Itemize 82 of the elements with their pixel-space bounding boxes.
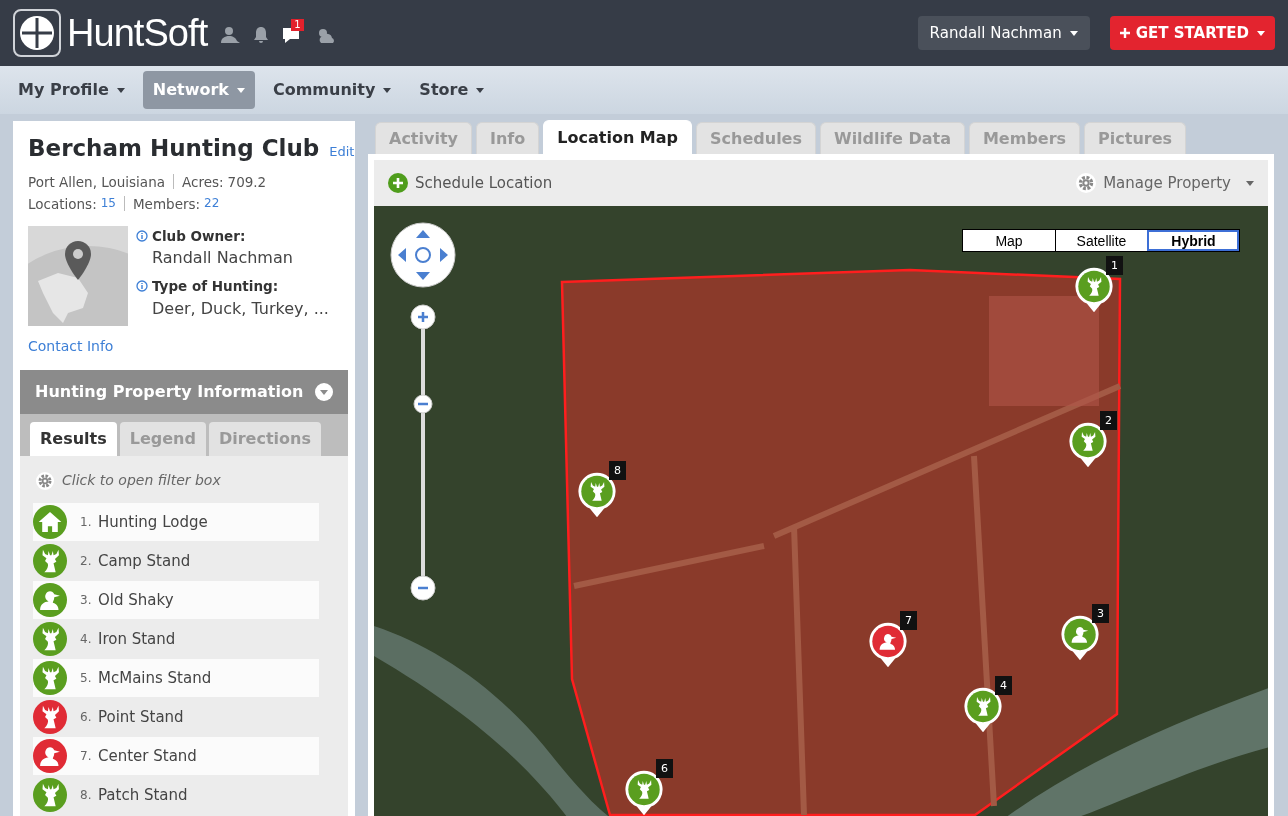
acres-value: 709.2 — [227, 172, 267, 192]
marker-number: 8 — [609, 461, 626, 480]
info-icon — [136, 230, 148, 243]
result-row[interactable]: 5. McMains Stand — [33, 659, 319, 697]
map-type-button[interactable]: Satellite — [1055, 230, 1147, 251]
panel-title: Hunting Property Information — [35, 381, 304, 403]
filter-link[interactable]: Click to open filter box — [62, 470, 221, 491]
result-name: Hunting Lodge — [98, 511, 208, 533]
edit-link[interactable]: Edit — [329, 142, 355, 162]
club-location: Port Allen, Louisiana — [28, 172, 165, 192]
result-number: 7. — [80, 748, 93, 765]
result-number: 8. — [80, 787, 93, 804]
user-menu-button[interactable]: Randall Nachman — [917, 16, 1090, 50]
marker-number: 7 — [900, 611, 917, 630]
map-type-button[interactable]: Map — [963, 230, 1055, 251]
members-count-link[interactable]: 22 — [204, 193, 220, 214]
result-number: 4. — [80, 631, 93, 648]
locations-label: Locations: — [28, 194, 97, 214]
marker-number: 4 — [995, 676, 1012, 695]
result-name: Point Stand — [98, 706, 184, 728]
result-row[interactable]: 6. Point Stand — [33, 698, 319, 736]
owner-label: Club Owner: — [152, 227, 246, 246]
hunting-type-label: Type of Hunting: — [152, 277, 279, 297]
caret-icon — [383, 87, 392, 93]
marker-number: 2 — [1100, 411, 1117, 430]
nav-menu-item[interactable]: Community — [262, 71, 402, 109]
info-icon — [136, 280, 148, 293]
schedule-location-button[interactable]: Schedule Location — [388, 171, 553, 195]
caret-icon — [116, 87, 125, 93]
result-number: 6. — [80, 709, 93, 726]
result-name: Patch Stand — [98, 784, 188, 806]
manage-property-button[interactable]: Manage Property — [1076, 171, 1254, 195]
nav-menu-item[interactable]: Store — [409, 71, 495, 109]
result-name: Iron Stand — [98, 628, 176, 650]
brand-name: HuntSoft — [67, 14, 208, 52]
caret-icon — [236, 87, 245, 93]
people-icon[interactable] — [221, 26, 242, 44]
caret-icon — [1246, 180, 1254, 186]
notification-badge: 1 — [291, 19, 304, 31]
marker-number: 6 — [656, 759, 673, 778]
club-name: Bercham Hunting Club — [28, 134, 320, 163]
marker-number: 1 — [1106, 256, 1123, 275]
result-name: McMains Stand — [98, 667, 212, 689]
caret-icon — [476, 87, 485, 93]
bell-icon[interactable] — [253, 26, 270, 44]
plus-circle-icon — [388, 173, 408, 193]
result-row[interactable]: 8. Patch Stand — [33, 776, 319, 814]
pan-control-icon[interactable] — [389, 222, 457, 288]
members-label: Members: — [132, 194, 201, 214]
gear-icon — [1076, 173, 1097, 193]
plus-icon — [1119, 28, 1130, 38]
map-type-button[interactable]: Hybrid — [1147, 230, 1239, 251]
result-name: Old Shaky — [98, 589, 174, 611]
result-number: 2. — [80, 553, 93, 570]
result-name: Center Stand — [98, 745, 197, 767]
page-tab[interactable]: Location Map — [543, 120, 693, 154]
result-number: 5. — [80, 670, 93, 687]
caret-icon — [1069, 30, 1078, 36]
result-row[interactable]: 4. Iron Stand — [33, 620, 319, 658]
marker-number: 3 — [1092, 604, 1109, 623]
nav-menu-item[interactable]: My Profile — [8, 71, 135, 109]
locations-count-link[interactable]: 15 — [100, 193, 116, 214]
result-name: Camp Stand — [98, 550, 191, 572]
result-row[interactable]: 2. Camp Stand — [33, 542, 319, 580]
result-number: 3. — [80, 592, 93, 609]
crosshair-logo-icon — [13, 9, 61, 57]
zoom-slider-control[interactable] — [410, 304, 436, 602]
chevron-down-icon — [315, 383, 333, 401]
panel-tab[interactable]: Results — [30, 422, 117, 456]
result-row[interactable]: 7. Center Stand — [33, 737, 319, 775]
panel-header[interactable]: Hunting Property Information — [20, 370, 348, 414]
gear-icon — [36, 471, 54, 490]
result-row[interactable]: 3. Old Shaky — [33, 581, 319, 619]
result-number: 1. — [80, 514, 93, 531]
get-started-button[interactable]: GET STARTED — [1109, 16, 1275, 50]
deer-map-pin-icon[interactable] — [1074, 266, 1114, 314]
contact-info-link[interactable]: Contact Info — [28, 336, 340, 357]
acres-label: Acres: — [182, 172, 224, 192]
owner-name: Randall Nachman — [152, 247, 294, 270]
result-row[interactable]: 1. Hunting Lodge — [33, 503, 319, 541]
hunting-types: Deer, Duck, Turkey, ... — [152, 297, 329, 320]
caret-icon — [1257, 30, 1265, 36]
